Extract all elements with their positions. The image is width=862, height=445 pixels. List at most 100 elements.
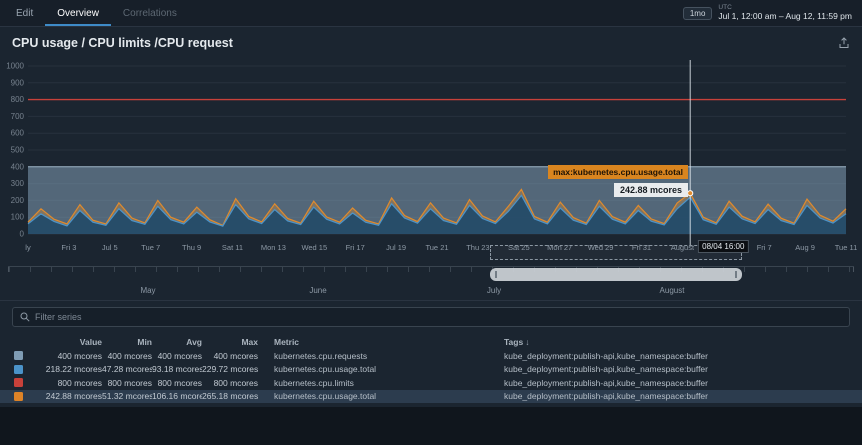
table-body: 400 mcores 400 mcores 400 mcores 400 mcores… <box>0 349 862 403</box>
timeline-scrubber[interactable]: May June July August <box>0 264 862 300</box>
sort-desc-icon: ↓ <box>525 336 530 347</box>
scrubber-selection[interactable] <box>490 268 742 281</box>
tooltip-value: 242.88 mcores <box>613 183 688 197</box>
series-color-swatch <box>14 391 23 401</box>
panel-title-row: CPU usage / CPU limits /CPU request <box>0 27 862 52</box>
svg-text:200: 200 <box>11 196 25 205</box>
cell-value: 218.22 mcores <box>45 364 102 375</box>
table-row[interactable]: 242.88 mcores51.32 mcores106.16 mcores26… <box>0 389 862 403</box>
timeseries-plot[interactable]: 0 100 200 300 400 500 600 700 800 900 1000 <box>0 58 856 250</box>
scrubber-handle-right[interactable] <box>735 271 737 278</box>
topbar: Edit Overview Correlations 1mo UTC Jul 1… <box>0 0 862 27</box>
x-axis-label: Mon 13 <box>260 243 286 252</box>
x-axis-label: Fri 31 <box>631 243 652 252</box>
x-axis-label: Thu 23 <box>466 243 490 252</box>
table-row[interactable]: 400 mcores 400 mcores 400 mcores 400 mcores… <box>0 349 862 363</box>
cell-metric: kubernetes.cpu.usage.total <box>274 364 377 375</box>
table-row[interactable]: 800 mcores 800 mcores 800 mcores 800 mcores… <box>0 376 862 390</box>
svg-text:900: 900 <box>11 78 25 87</box>
scrubber-handle-left[interactable] <box>495 271 497 278</box>
x-axis-label: Fri 17 <box>345 243 365 252</box>
col-header-min[interactable]: Min <box>102 337 152 347</box>
cell-avg: 106.16 mcores <box>152 391 202 402</box>
tab-correlations[interactable]: Correlations <box>111 0 189 26</box>
search-icon <box>20 312 30 322</box>
x-axis-label: Wed 29 <box>587 243 614 252</box>
cell-tags: kube_deployment:publish-api,kube_namespa… <box>504 391 708 402</box>
time-range-value: Jul 1, 12:00 am – Aug 12, 11:59 pm <box>718 10 852 21</box>
svg-text:0: 0 <box>20 230 25 239</box>
chart-tooltip: max:kubernetes.cpu.usage.total 242.88 mc… <box>548 162 688 198</box>
cell-min: 800 mcores <box>107 377 152 388</box>
time-range-control[interactable]: 1mo UTC Jul 1, 12:00 am – Aug 12, 11:59 … <box>682 0 862 26</box>
filter-row <box>0 300 862 332</box>
x-axis-label: Jul 5 <box>101 243 118 252</box>
svg-text:700: 700 <box>11 112 25 121</box>
cell-tags: kube_deployment:publish-api,kube_namespa… <box>504 364 708 375</box>
month-label: July <box>486 286 502 295</box>
cell-avg: 400 mcores <box>157 350 202 361</box>
cell-min: 51.32 mcores <box>102 391 152 402</box>
svg-text:100: 100 <box>11 213 25 222</box>
table-header-row: Value Min Avg Max Metric Tags ↓ <box>0 334 862 349</box>
cell-max: 400 mcores <box>213 350 258 361</box>
x-axis-label: Sat 11 <box>221 243 244 252</box>
cell-avg: 93.18 mcores <box>152 364 202 375</box>
tab-overview[interactable]: Overview <box>45 0 111 26</box>
table-row[interactable]: 218.22 mcores 47.28 mcores 93.18 mcores 229… <box>0 363 862 377</box>
export-icon[interactable] <box>838 37 850 49</box>
x-axis-label: Tue 7 <box>141 243 161 252</box>
svg-text:600: 600 <box>11 129 25 138</box>
cell-value: 400 mcores <box>57 350 102 361</box>
x-axis-hover-label: 08/04 16:00 <box>698 240 749 253</box>
month-label: June <box>309 286 327 295</box>
cell-min: 400 mcores <box>107 350 152 361</box>
cell-max: 229.72 mcores <box>202 364 258 375</box>
month-label: May <box>140 286 156 295</box>
svg-text:400: 400 <box>11 162 25 171</box>
cell-metric: kubernetes.cpu.usage.total <box>274 391 377 402</box>
tab-edit[interactable]: Edit <box>4 0 45 26</box>
x-axis-label: ly <box>25 243 31 252</box>
col-header-value[interactable]: Value <box>28 337 102 347</box>
time-range-badge[interactable]: 1mo <box>682 6 713 20</box>
x-axis-label: Wed 15 <box>301 243 328 252</box>
time-range-text: UTC Jul 1, 12:00 am – Aug 12, 11:59 pm <box>718 4 852 21</box>
cell-max: 800 mcores <box>213 377 258 388</box>
cell-avg: 800 mcores <box>157 377 202 388</box>
col-header-tags[interactable]: Tags ↓ <box>488 337 862 347</box>
cell-tags: kube_deployment:publish-api,kube_namespa… <box>504 377 708 388</box>
x-axis-label: August <box>670 243 695 252</box>
svg-text:1000: 1000 <box>6 62 24 71</box>
tooltip-series-label: max:kubernetes.cpu.usage.total <box>548 165 688 179</box>
x-axis-labels: ly Fri 3 Jul 5 Tue 7 Thu 9 Sat 11 Mon 13 Wed 15… <box>0 240 857 256</box>
cell-tags: kube_deployment:publish-api,kube_namespa… <box>504 350 708 361</box>
chart-area[interactable]: 0 100 200 300 400 500 600 700 800 900 1000 ly Fri 3… <box>0 58 862 264</box>
col-header-avg[interactable]: Avg <box>152 337 202 347</box>
col-header-max[interactable]: Max <box>202 337 258 347</box>
x-axis-label: Jul 19 <box>386 243 407 252</box>
dashboard-root: Edit Overview Correlations 1mo UTC Jul 1… <box>0 0 862 445</box>
chart-panel: CPU usage / CPU limits /CPU request 0 100… <box>0 27 862 407</box>
tab-bar: Edit Overview Correlations <box>0 0 189 26</box>
x-axis-label: Thu 9 <box>182 243 202 252</box>
x-axis-label: Fri 3 <box>61 243 77 252</box>
chart-title: CPU usage / CPU limits /CPU request <box>12 36 233 50</box>
x-axis-label: Mon 27 <box>547 243 573 252</box>
month-label: August <box>659 286 685 295</box>
cell-metric: kubernetes.cpu.requests <box>274 350 368 361</box>
col-header-metric[interactable]: Metric <box>258 337 488 347</box>
x-axis-label: Sat 25 <box>507 243 530 252</box>
series-color-swatch <box>14 364 23 374</box>
cell-metric: kubernetes.cpu.limits <box>274 377 354 388</box>
cell-value: 242.88 mcores <box>45 391 102 402</box>
svg-text:500: 500 <box>11 146 25 155</box>
filter-series-input[interactable] <box>35 312 842 322</box>
svg-text:800: 800 <box>11 95 25 104</box>
x-axis-label: Tue 21 <box>425 243 449 252</box>
cell-min: 47.28 mcores <box>102 364 152 375</box>
x-axis-label: Fri 7 <box>756 243 772 252</box>
series-table: Value Min Avg Max Metric Tags ↓ 400 mcore… <box>0 334 862 403</box>
series-color-swatch <box>14 378 23 388</box>
x-axis-label: Aug 9 <box>795 243 815 252</box>
